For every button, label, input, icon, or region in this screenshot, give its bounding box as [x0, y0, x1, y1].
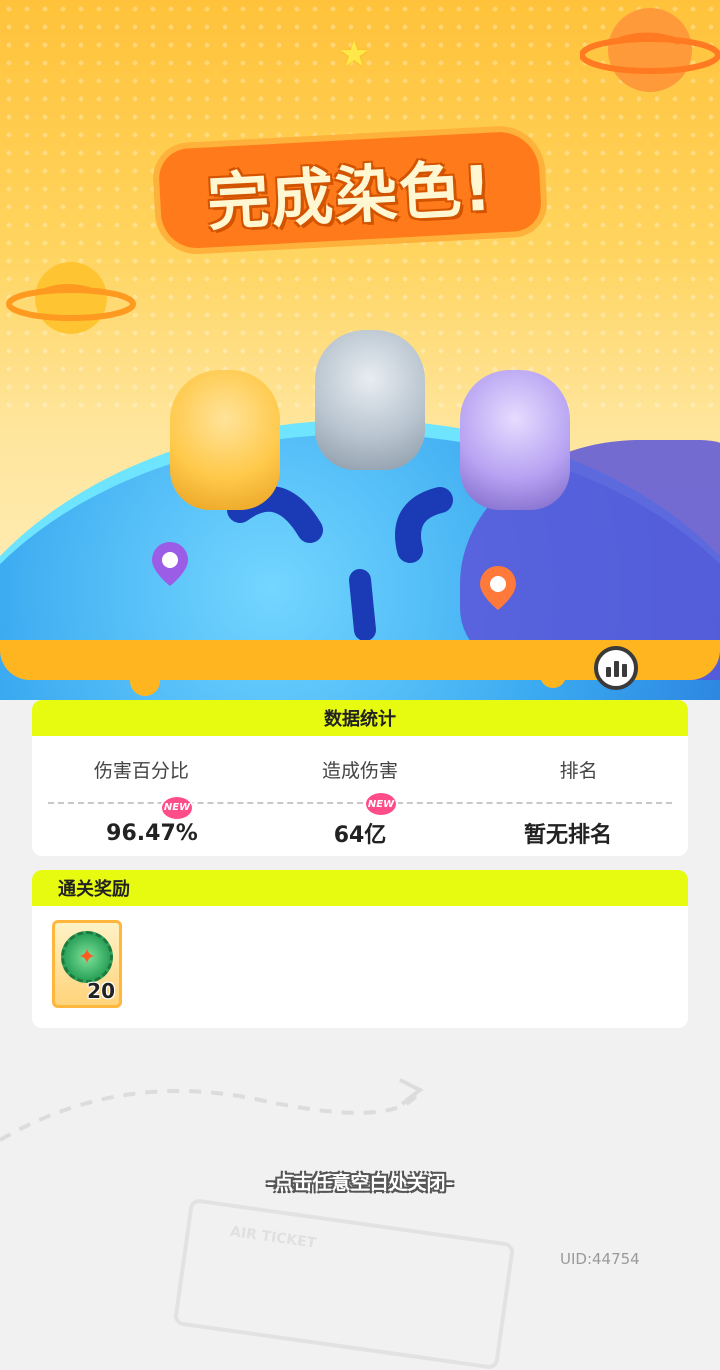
uid-label: UID:44754: [560, 1250, 640, 1268]
stats-chart-button[interactable]: [594, 646, 638, 690]
stat-label-rank: 排名: [559, 759, 598, 782]
result-banner: ★ ★ 完成染色!: [0, 0, 720, 700]
ticket-text: AIR TICKET: [229, 1223, 318, 1252]
close-hint[interactable]: -点击任意空白处关闭-: [0, 1168, 720, 1195]
character-purple: [460, 370, 570, 510]
stats-header: 数据统计: [32, 700, 688, 736]
stat-value-rank: 暂无排名: [523, 823, 612, 848]
bar-chart-icon: [605, 667, 611, 677]
rewards-card: 通关奖励 ✦ 20: [32, 870, 688, 1028]
stat-value-damage-dealt: 64亿 NEW: [256, 791, 464, 849]
damage-dealt-value: 64亿: [333, 823, 387, 848]
star-icon: ★: [338, 34, 371, 75]
character-silver: [315, 330, 425, 470]
character-group: [0, 330, 720, 510]
rewards-header: 通关奖励: [32, 870, 688, 906]
new-badge: NEW: [364, 791, 398, 817]
stat-value-damage-percent: 96.47% NEW: [48, 794, 256, 846]
new-badge: NEW: [160, 794, 194, 821]
drip: [130, 660, 160, 696]
reward-item[interactable]: ✦ 20: [52, 920, 122, 1008]
location-pin-icon: [152, 542, 188, 586]
dashed-path-decoration: [0, 1078, 424, 1142]
page-title: 完成染色!: [205, 151, 496, 240]
damage-percent-value: 96.47%: [106, 820, 198, 846]
location-pin-icon: [480, 566, 516, 610]
stats-labels: 伤害百分比 造成伤害 排名: [32, 736, 688, 802]
planet-icon: [580, 8, 720, 92]
stat-label-damage-dealt: 造成伤害: [322, 759, 399, 782]
title-banner: 完成染色!: [150, 130, 550, 250]
stats-card: 数据统计 伤害百分比 造成伤害 排名 96.47% NEW 64亿 NEW 暂无…: [32, 700, 688, 856]
bottle-cap-icon: ✦: [61, 931, 113, 983]
reward-count: 20: [87, 979, 115, 1003]
stats-values: 96.47% NEW 64亿 NEW 暂无排名: [48, 791, 672, 856]
air-ticket-decoration: AIR TICKET: [172, 1197, 516, 1370]
drip: [540, 660, 566, 688]
stat-label-damage-percent: 伤害百分比: [93, 759, 189, 782]
character-blonde: [170, 370, 280, 510]
